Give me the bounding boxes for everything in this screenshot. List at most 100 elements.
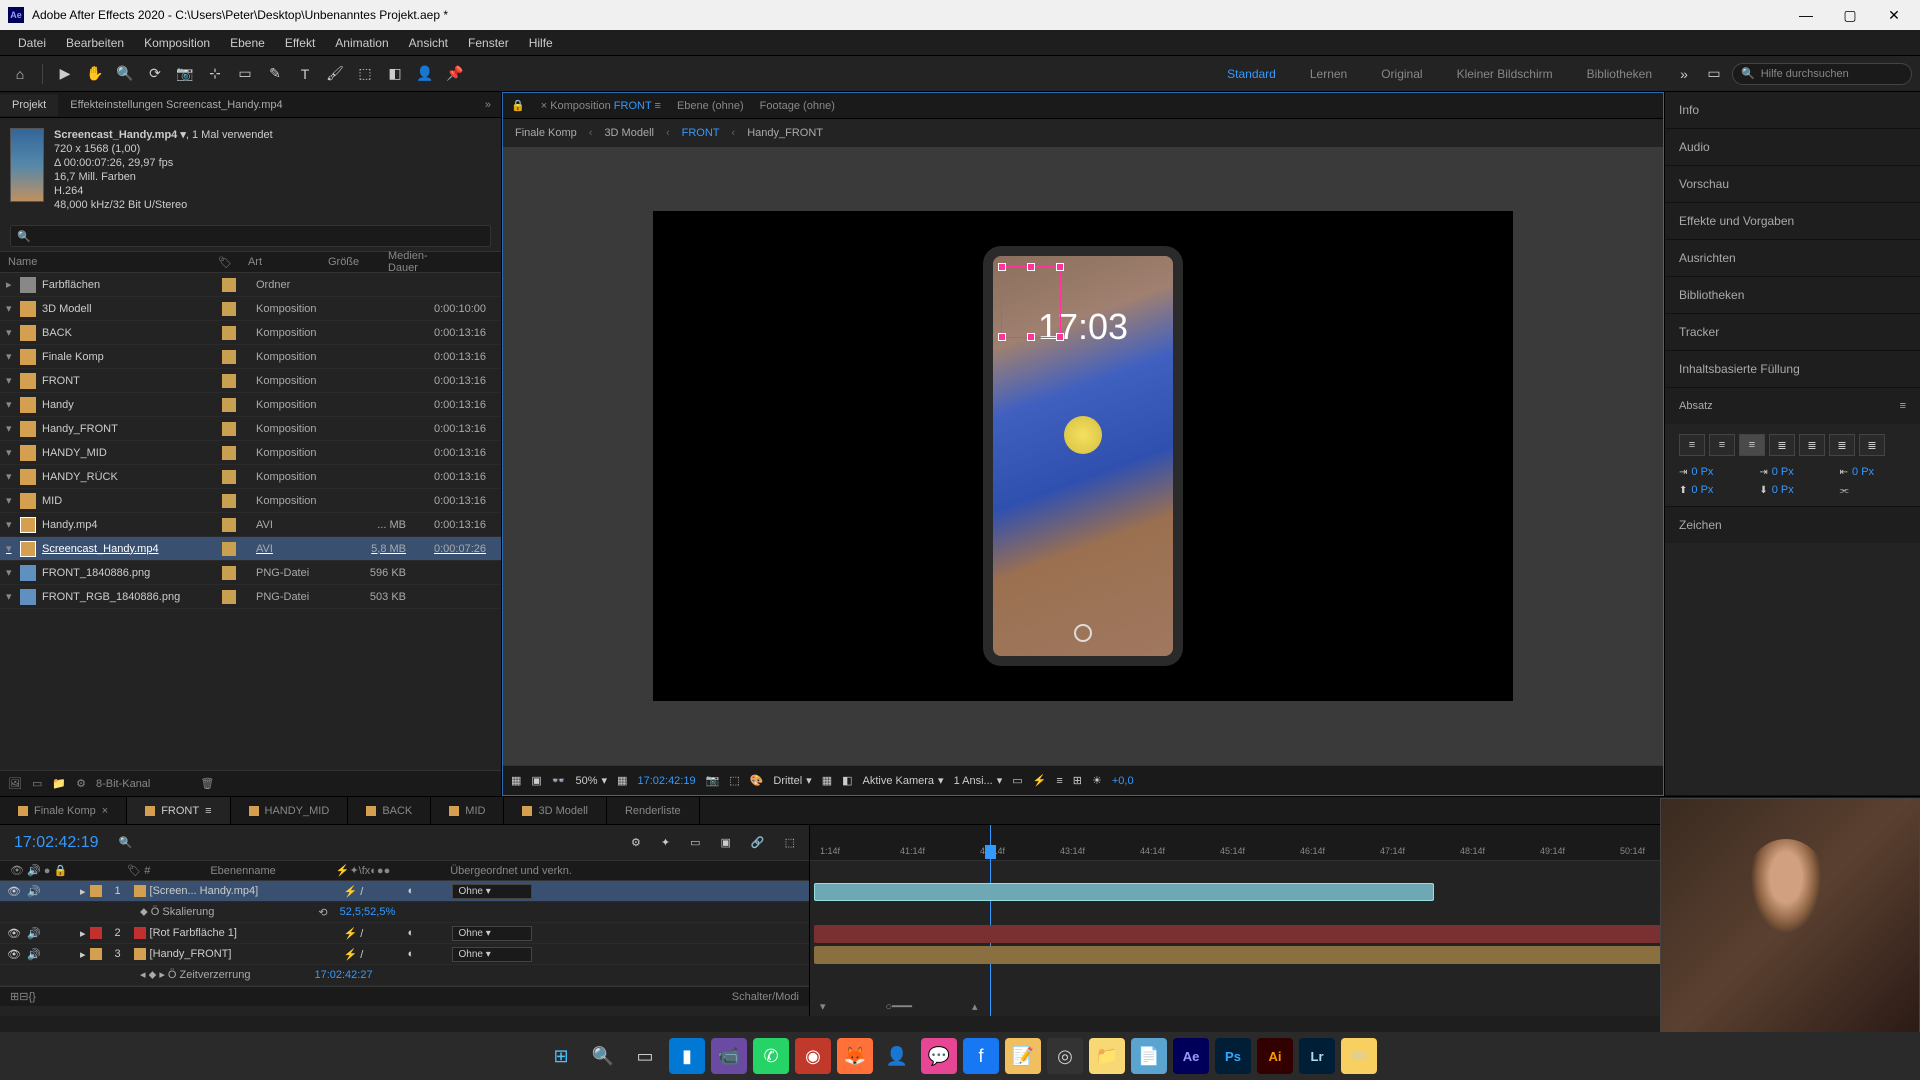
crumb-handy-front[interactable]: Handy_FRONT <box>747 127 823 139</box>
project-item[interactable]: ▾FRONT_RGB_1840886.pngPNG-Datei503 KB <box>0 585 501 609</box>
workspace-lernen[interactable]: Lernen <box>1296 63 1361 85</box>
exposure-value[interactable]: +0,0 <box>1112 775 1134 787</box>
align-center-button[interactable]: ≡ <box>1709 434 1735 456</box>
lock-icon[interactable]: 🔒 <box>511 99 525 112</box>
alpha-icon[interactable]: ▦ <box>511 774 521 787</box>
project-item[interactable]: ▾Handy.mp4AVI... MB0:00:13:16 <box>0 513 501 537</box>
selection-tool-icon[interactable]: ▶ <box>53 62 77 86</box>
menu-ansicht[interactable]: Ansicht <box>399 32 458 54</box>
firefox-icon[interactable]: 🦊 <box>837 1038 873 1074</box>
tl-tab-finale[interactable]: Finale Komp × <box>0 797 127 824</box>
project-item[interactable]: ▾Handy_FRONTKomposition0:00:13:16 <box>0 417 501 441</box>
app-icon[interactable]: ◉ <box>795 1038 831 1074</box>
project-search-input[interactable]: 🔍 <box>10 225 491 247</box>
region-icon[interactable]: ⬚ <box>729 774 739 787</box>
trash-icon[interactable]: 🗑 <box>200 777 214 790</box>
comp-flow-icon[interactable]: ⊞ <box>1073 774 1082 787</box>
minimize-button[interactable]: — <box>1796 5 1816 25</box>
layer-bar-1[interactable] <box>814 883 1434 901</box>
panel-fuellung[interactable]: Inhaltsbasierte Füllung <box>1665 351 1920 387</box>
new-comp-icon[interactable]: ▭ <box>32 777 42 790</box>
tl-tool-icon[interactable]: ✦ <box>661 836 670 849</box>
menu-effekt[interactable]: Effekt <box>275 32 325 54</box>
panel-effekte[interactable]: Effekte und Vorgaben <box>1665 203 1920 239</box>
app-icon[interactable]: 📝 <box>1005 1038 1041 1074</box>
zoom-out-icon[interactable]: ▾ <box>820 1000 826 1013</box>
timeline-icon[interactable]: ≡ <box>1056 775 1062 787</box>
zoom-slider[interactable]: ○━━━ <box>886 1000 913 1013</box>
panel-absatz[interactable]: Absatz≡ <box>1665 388 1920 424</box>
new-folder-icon[interactable]: 📁 <box>52 777 66 790</box>
settings-icon[interactable]: ⚙ <box>76 777 86 790</box>
tl-switch-icon[interactable]: ⊞ <box>10 990 19 1003</box>
project-item[interactable]: ▸FarbflächenOrdner <box>0 273 501 297</box>
app-icon[interactable]: 📹 <box>711 1038 747 1074</box>
photoshop-icon[interactable]: Ps <box>1215 1038 1251 1074</box>
workspace-kleiner[interactable]: Kleiner Bildschirm <box>1443 63 1567 85</box>
anchor-tool-icon[interactable]: ⊹ <box>203 62 227 86</box>
app-icon[interactable]: ✉ <box>1341 1038 1377 1074</box>
panel-zeichen[interactable]: Zeichen <box>1665 507 1920 543</box>
workspace-overflow-icon[interactable]: » <box>1672 62 1696 86</box>
panel-tracker[interactable]: Tracker <box>1665 314 1920 350</box>
clone-tool-icon[interactable]: ⬚ <box>353 62 377 86</box>
tl-tab-front[interactable]: FRONT ≡ <box>127 797 230 824</box>
viewer-timecode[interactable]: 17:02:42:19 <box>637 775 695 787</box>
messenger-icon[interactable]: 💬 <box>921 1038 957 1074</box>
illustrator-icon[interactable]: Ai <box>1257 1038 1293 1074</box>
hand-tool-icon[interactable]: ✋ <box>83 62 107 86</box>
puppet-tool-icon[interactable]: 📌 <box>443 62 467 86</box>
justify-right-button[interactable]: ≣ <box>1829 434 1855 456</box>
text-tool-icon[interactable]: T <box>293 62 317 86</box>
maximize-button[interactable]: ▢ <box>1840 5 1860 25</box>
camera-dropdown[interactable]: Aktive Kamera ▾ <box>863 774 944 787</box>
taskview-icon[interactable]: ▭ <box>627 1038 663 1074</box>
3d-icon[interactable]: ◧ <box>842 774 852 787</box>
app-icon[interactable]: 📄 <box>1131 1038 1167 1074</box>
menu-datei[interactable]: Datei <box>8 32 56 54</box>
workspace-bibliotheken[interactable]: Bibliotheken <box>1573 63 1666 85</box>
workspace-original[interactable]: Original <box>1367 63 1436 85</box>
tl-tab-handymid[interactable]: HANDY_MID <box>231 797 349 824</box>
tl-tool-icon[interactable]: ⬚ <box>785 836 795 849</box>
timeline-search-icon[interactable]: 🔍 <box>119 836 133 849</box>
viewer-canvas[interactable]: 17:03 <box>503 147 1663 765</box>
panel-ausrichten[interactable]: Ausrichten <box>1665 240 1920 276</box>
tl-tab-mid[interactable]: MID <box>431 797 504 824</box>
project-item[interactable]: ▾Screencast_Handy.mp4AVI5,8 MB0:00:07:26 <box>0 537 501 561</box>
help-search-input[interactable]: 🔍 Hilfe durchsuchen <box>1732 63 1912 85</box>
align-left-button[interactable]: ≡ <box>1679 434 1705 456</box>
transparency-icon[interactable]: ▦ <box>822 774 832 787</box>
justify-center-button[interactable]: ≣ <box>1799 434 1825 456</box>
zoom-tool-icon[interactable]: 🔍 <box>113 62 137 86</box>
project-item[interactable]: ▾HANDY_RÜCKKomposition0:00:13:16 <box>0 465 501 489</box>
grid-icon[interactable]: ▦ <box>617 774 627 787</box>
menu-fenster[interactable]: Fenster <box>458 32 519 54</box>
menu-bearbeiten[interactable]: Bearbeiten <box>56 32 134 54</box>
app-icon[interactable]: ▮ <box>669 1038 705 1074</box>
crumb-finale[interactable]: Finale Komp <box>515 127 577 139</box>
rotate-tool-icon[interactable]: ⟳ <box>143 62 167 86</box>
tab-effekteinstellungen[interactable]: Effekteinstellungen Screencast_Handy.mp4 <box>58 94 294 116</box>
timeline-layer[interactable]: 👁🔊▸3[Handy_FRONT]⚡ /◐Ohne ▾ <box>0 944 809 965</box>
whatsapp-icon[interactable]: ✆ <box>753 1038 789 1074</box>
app-icon[interactable]: 👤 <box>879 1038 915 1074</box>
mask-icon[interactable]: 👓 <box>552 774 566 787</box>
color-icon[interactable]: 🎨 <box>750 774 764 787</box>
selection-bounding-box[interactable] <box>1001 266 1061 338</box>
timeline-layer[interactable]: 👁🔊▸1[Screen... Handy.mp4]⚡ /◐Ohne ▾ <box>0 881 809 902</box>
viewer-tab-ebene[interactable]: Ebene (ohne) <box>677 100 744 112</box>
menu-animation[interactable]: Animation <box>325 32 398 54</box>
shape-tool-icon[interactable]: ▭ <box>233 62 257 86</box>
tl-tab-3dmodell[interactable]: 3D Modell <box>504 797 607 824</box>
brush-tool-icon[interactable]: 🖌 <box>323 62 347 86</box>
tl-tool-icon[interactable]: ▣ <box>720 836 730 849</box>
pen-tool-icon[interactable]: ✎ <box>263 62 287 86</box>
justify-left-button[interactable]: ≣ <box>1769 434 1795 456</box>
workspace-reset-icon[interactable]: ▭ <box>1702 62 1726 86</box>
project-item-list[interactable]: ▸FarbflächenOrdner▾3D ModellKomposition0… <box>0 273 501 770</box>
start-icon[interactable]: ⊞ <box>543 1038 579 1074</box>
roto-tool-icon[interactable]: 👤 <box>413 62 437 86</box>
home-icon[interactable]: ⌂ <box>8 62 32 86</box>
align-right-button[interactable]: ≡ <box>1739 434 1765 456</box>
